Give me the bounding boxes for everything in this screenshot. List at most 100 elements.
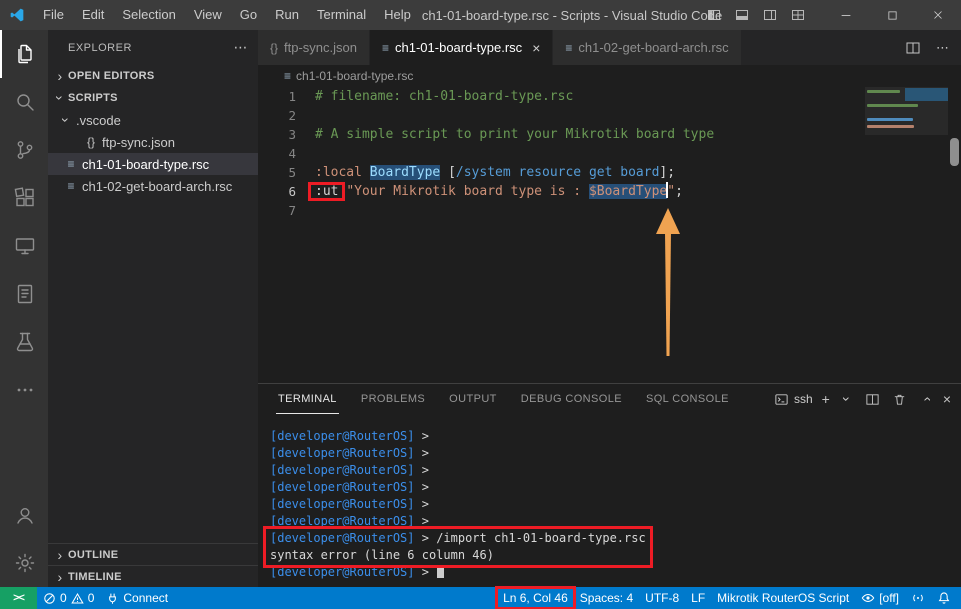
open-editors-header[interactable]: › OPEN EDITORS: [48, 65, 258, 87]
code-token: BoardType: [370, 165, 440, 180]
terminal-prompt-separator: >: [415, 463, 437, 477]
panel-tab-problems[interactable]: PROBLEMS: [359, 384, 427, 414]
activity-source-control[interactable]: [0, 126, 48, 174]
activity-remote-explorer[interactable]: [0, 222, 48, 270]
code-line-3[interactable]: 3# A simple script to print your Mikroti…: [258, 125, 861, 144]
outline-header[interactable]: › OUTLINE: [48, 543, 258, 565]
remote-explorer-icon: [13, 234, 37, 258]
panel-tab-terminal[interactable]: TERMINAL: [276, 384, 339, 414]
panel-tab-debug-console[interactable]: DEBUG CONSOLE: [519, 384, 624, 414]
code-token: :local: [315, 165, 370, 180]
code-editor[interactable]: 1# filename: ch1-01-board-type.rsc23# A …: [258, 87, 861, 220]
activity-account[interactable]: [0, 491, 48, 539]
split-editor-icon[interactable]: [904, 39, 922, 57]
menu-help[interactable]: Help: [375, 0, 420, 30]
terminal[interactable]: [developer@RouterOS] > [developer@Router…: [258, 414, 961, 587]
menu-view[interactable]: View: [185, 0, 231, 30]
status-language[interactable]: Mikrotik RouterOS Script: [711, 587, 855, 609]
close-window-button[interactable]: [915, 0, 961, 30]
status-right: Ln 6, Col 46 Spaces: 4 UTF-8 LF Mikrotik…: [497, 587, 961, 609]
status-encoding[interactable]: UTF-8: [639, 587, 685, 609]
editor-scrollbar[interactable]: [950, 138, 959, 166]
menu-go[interactable]: Go: [231, 0, 266, 30]
menu-run[interactable]: Run: [266, 0, 308, 30]
activity-search[interactable]: [0, 78, 48, 126]
minimap[interactable]: [865, 87, 948, 257]
open-editors-label: OPEN EDITORS: [68, 70, 155, 82]
terminal-profile[interactable]: ssh: [774, 392, 813, 407]
status-line-col[interactable]: Ln 6, Col 46: [497, 587, 574, 609]
code-line-4[interactable]: 4: [258, 144, 861, 163]
editor-more-actions-icon[interactable]: ⋯: [936, 40, 949, 56]
chevron-right-icon: ›: [52, 569, 68, 585]
menu-terminal[interactable]: Terminal: [308, 0, 375, 30]
terminal-line: [developer@RouterOS] >: [270, 496, 436, 513]
files-icon: [13, 42, 37, 66]
split-terminal-icon[interactable]: [864, 390, 882, 408]
status-broadcast[interactable]: [905, 587, 931, 609]
maximize-button[interactable]: [869, 0, 915, 30]
status-connect[interactable]: Connect: [100, 587, 174, 609]
activity-more[interactable]: [0, 366, 48, 414]
terminal-dropdown-icon[interactable]: ›: [840, 391, 854, 407]
window-controls: [705, 0, 961, 30]
status-indentation[interactable]: Spaces: 4: [574, 587, 639, 609]
code-line-6[interactable]: 6:ut "Your Mikrotik board type is : $Boa…: [258, 182, 861, 201]
toggle-panel-icon[interactable]: [733, 6, 751, 24]
code-line-2[interactable]: 2: [258, 106, 861, 125]
activity-notebook[interactable]: [0, 270, 48, 318]
tree-item-ch1-01-board-type-rsc[interactable]: ≡ch1-01-board-type.rsc: [48, 153, 258, 175]
maximize-panel-icon[interactable]: ›: [919, 391, 933, 407]
activity-testing[interactable]: [0, 318, 48, 366]
sidebar-explorer: EXPLORER ⋯ › OPEN EDITORS › SCRIPTS ›.vs…: [48, 30, 258, 587]
vscode-logo-icon: [0, 7, 34, 23]
terminal-line: [developer@RouterOS] >: [270, 428, 436, 445]
scripts-section-header[interactable]: › SCRIPTS: [48, 87, 258, 109]
tab-label: ch1-01-board-type.rsc: [395, 40, 522, 55]
terminal-prompt: [developer@RouterOS]: [270, 463, 415, 477]
breadcrumb[interactable]: ≡ ch1-01-board-type.rsc: [258, 65, 961, 87]
activity-explorer[interactable]: [0, 30, 48, 78]
tree-item-ftp-sync-json[interactable]: {}ftp-sync.json: [48, 131, 258, 153]
panel-header: TERMINAL PROBLEMS OUTPUT DEBUG CONSOLE SQL C…: [258, 384, 961, 414]
new-terminal-icon[interactable]: +: [822, 392, 830, 406]
code-text: :ut "Your Mikrotik board type is : $Boar…: [315, 182, 683, 201]
code-line-7[interactable]: 7: [258, 201, 861, 220]
activity-settings[interactable]: [0, 539, 48, 587]
activity-extensions[interactable]: [0, 174, 48, 222]
tab-ch1-01-board-type-rsc[interactable]: ≡ch1-01-board-type.rsc×: [370, 30, 553, 65]
tab-ftp-sync-json[interactable]: {}ftp-sync.json: [258, 30, 370, 65]
search-icon: [13, 90, 37, 114]
tree-item-ch1-02-get-board-arch-rsc[interactable]: ≡ch1-02-get-board-arch.rsc: [48, 175, 258, 197]
code-token: [: [440, 165, 456, 180]
code-token: ": [667, 184, 675, 199]
code-line-5[interactable]: 5:local BoardType [/system resource get …: [258, 163, 861, 182]
status-problems[interactable]: 0 0: [37, 587, 100, 609]
status-notifications[interactable]: [931, 587, 957, 609]
timeline-header[interactable]: › TIMELINE: [48, 565, 258, 587]
panel-tab-sql-console[interactable]: SQL CONSOLE: [644, 384, 731, 414]
close-icon[interactable]: ×: [532, 40, 540, 56]
toggle-secondary-sidebar-icon[interactable]: [761, 6, 779, 24]
file-tree: ›.vscode{}ftp-sync.json≡ch1-01-board-typ…: [48, 109, 258, 197]
account-icon: [13, 503, 37, 527]
views-more-actions-icon[interactable]: ⋯: [234, 39, 249, 56]
remote-indicator[interactable]: ><: [0, 587, 37, 609]
menu-selection[interactable]: Selection: [113, 0, 184, 30]
file-icon: ≡: [284, 69, 291, 83]
tab-ch1-02-get-board-arch-rsc[interactable]: ≡ch1-02-get-board-arch.rsc: [553, 30, 741, 65]
close-panel-icon[interactable]: ×: [943, 392, 951, 406]
menu-edit[interactable]: Edit: [73, 0, 113, 30]
menu-file[interactable]: File: [34, 0, 73, 30]
tree-item-vscode[interactable]: ›.vscode: [48, 109, 258, 131]
panel-tab-output[interactable]: OUTPUT: [447, 384, 499, 414]
terminal-prompt: [developer@RouterOS]: [270, 497, 415, 511]
kill-terminal-icon[interactable]: [891, 390, 909, 408]
file-icon: ≡: [62, 179, 80, 193]
status-preview[interactable]: [off]: [855, 587, 905, 609]
code-line-1[interactable]: 1# filename: ch1-01-board-type.rsc: [258, 87, 861, 106]
status-eol[interactable]: LF: [685, 587, 711, 609]
editor-tabs: {}ftp-sync.json≡ch1-01-board-type.rsc×≡c…: [258, 30, 742, 65]
minimize-button[interactable]: [823, 0, 869, 30]
customize-layout-icon[interactable]: [789, 6, 807, 24]
